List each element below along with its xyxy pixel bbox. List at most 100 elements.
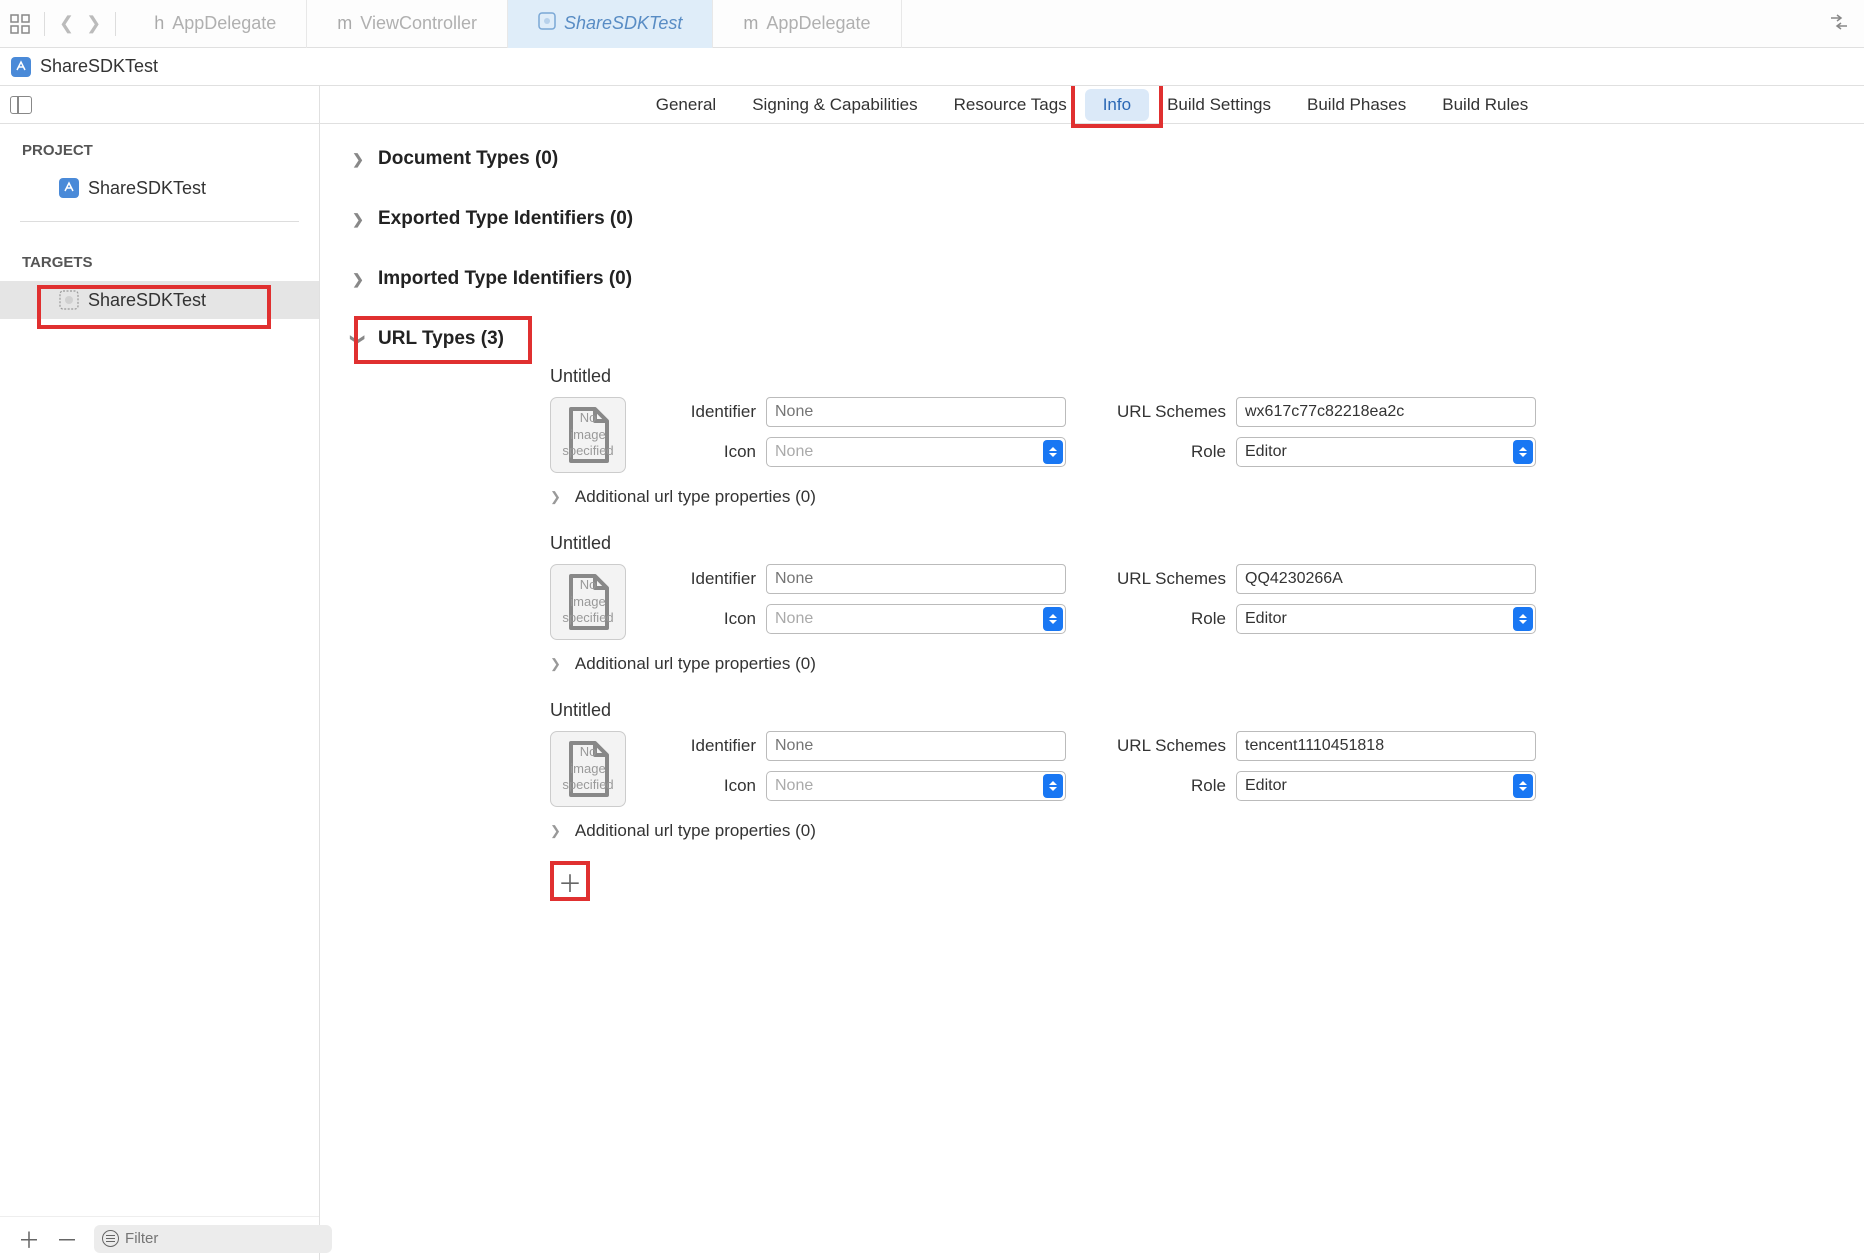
- editor-tab-sharesdktest[interactable]: ShareSDKTest: [508, 0, 713, 48]
- grid-icon[interactable]: [10, 14, 30, 34]
- additional-label: Additional url type properties (0): [575, 654, 816, 674]
- identifier-label: Identifier: [656, 402, 766, 422]
- filter-icon: [102, 1230, 119, 1247]
- role-combobox[interactable]: Editor: [1236, 437, 1536, 467]
- stepper-icon: [1513, 440, 1533, 464]
- tab-signing[interactable]: Signing & Capabilities: [734, 89, 935, 121]
- tab-label: AppDelegate: [172, 13, 276, 34]
- icon-combobox[interactable]: None: [766, 437, 1066, 467]
- tab-build-rules[interactable]: Build Rules: [1424, 89, 1546, 121]
- tab-info[interactable]: Info: [1085, 89, 1149, 121]
- chevron-right-icon: ❯: [550, 656, 561, 672]
- image-well[interactable]: Noimagespecified: [550, 397, 626, 473]
- project-tab-bar: General Signing & Capabilities Resource …: [320, 86, 1864, 124]
- role-label: Role: [1066, 776, 1236, 796]
- additional-properties-row[interactable]: ❯ Additional url type properties (0): [550, 473, 1784, 513]
- icon-label: Icon: [656, 442, 766, 462]
- sidebar-target-item[interactable]: ShareSDKTest: [0, 281, 319, 319]
- role-combobox[interactable]: Editor: [1236, 771, 1536, 801]
- identifier-label: Identifier: [656, 736, 766, 756]
- image-well[interactable]: Noimagespecified: [550, 731, 626, 807]
- editor-tab-bar: ❮ ❯ h AppDelegate m ViewController Share…: [0, 0, 1864, 48]
- section-document-types[interactable]: ❯ Document Types (0): [350, 138, 1844, 180]
- identifier-field[interactable]: [766, 731, 1066, 761]
- tab-resource-tags[interactable]: Resource Tags: [936, 89, 1085, 121]
- breadcrumb-title[interactable]: ShareSDKTest: [40, 56, 158, 77]
- role-label: Role: [1066, 442, 1236, 462]
- chevron-down-icon: ❯: [350, 331, 367, 347]
- icon-combobox[interactable]: None: [766, 771, 1066, 801]
- url-schemes-label: URL Schemes: [1066, 569, 1236, 589]
- add-url-type-button[interactable]: ＋: [550, 861, 590, 901]
- content-area: General Signing & Capabilities Resource …: [320, 86, 1864, 1260]
- editor-tab-appdelegate-h[interactable]: h AppDelegate: [124, 0, 307, 48]
- targets-section-title: TARGETS: [0, 236, 319, 281]
- sidebar-bottom-toolbar: ＋ －: [0, 1216, 319, 1260]
- sidebar-top: [0, 86, 319, 124]
- tab-general[interactable]: General: [638, 89, 734, 121]
- section-title: Exported Type Identifiers (0): [378, 208, 633, 230]
- url-type-entry: Untitled Noimagespecified Identifier URL…: [550, 694, 1784, 847]
- add-button[interactable]: ＋: [10, 1223, 48, 1255]
- project-section-title: PROJECT: [0, 124, 319, 169]
- section-imported-types[interactable]: ❯ Imported Type Identifiers (0): [350, 258, 1844, 300]
- stepper-icon: [1513, 774, 1533, 798]
- image-well[interactable]: Noimagespecified: [550, 564, 626, 640]
- sidebar-project-item[interactable]: ShareSDKTest: [0, 169, 319, 207]
- additional-properties-row[interactable]: ❯ Additional url type properties (0): [550, 807, 1784, 847]
- tab-label: AppDelegate: [766, 13, 870, 34]
- chevron-right-icon: ❯: [350, 151, 366, 168]
- identifier-field[interactable]: [766, 397, 1066, 427]
- url-entry-title: Untitled: [550, 360, 1784, 397]
- url-schemes-field[interactable]: [1236, 564, 1536, 594]
- role-combobox[interactable]: Editor: [1236, 604, 1536, 634]
- tab-build-phases[interactable]: Build Phases: [1289, 89, 1424, 121]
- url-schemes-field[interactable]: [1236, 731, 1536, 761]
- forward-arrow-icon[interactable]: ❯: [80, 13, 107, 34]
- chevron-right-icon: ❯: [350, 271, 366, 288]
- url-type-entry: Untitled Noimagespecified Identifier URL…: [550, 360, 1784, 513]
- divider: [44, 12, 45, 36]
- icon-combobox[interactable]: None: [766, 604, 1066, 634]
- stepper-icon: [1043, 774, 1063, 798]
- tab-label: ShareSDKTest: [564, 13, 682, 34]
- filter-input[interactable]: [125, 1230, 324, 1247]
- icon-label: Icon: [656, 776, 766, 796]
- url-type-entry: Untitled Noimagespecified Identifier URL…: [550, 527, 1784, 680]
- section-exported-types[interactable]: ❯ Exported Type Identifiers (0): [350, 198, 1844, 240]
- icon-label: Icon: [656, 609, 766, 629]
- stepper-icon: [1043, 440, 1063, 464]
- tab-label: ViewController: [360, 13, 477, 34]
- identifier-field[interactable]: [766, 564, 1066, 594]
- additional-label: Additional url type properties (0): [575, 487, 816, 507]
- breadcrumb: ShareSDKTest: [0, 48, 1864, 86]
- back-arrow-icon[interactable]: ❮: [53, 13, 80, 34]
- m-file-icon: m: [743, 13, 758, 34]
- project-icon: [58, 177, 80, 199]
- divider: [115, 12, 116, 36]
- url-schemes-field[interactable]: [1236, 397, 1536, 427]
- filter-field[interactable]: [94, 1225, 332, 1253]
- section-title: Imported Type Identifiers (0): [378, 268, 632, 290]
- chevron-right-icon: ❯: [350, 211, 366, 228]
- editor-tab-viewcontroller[interactable]: m ViewController: [307, 0, 508, 48]
- adjust-editor-icon[interactable]: [1829, 14, 1864, 33]
- url-schemes-label: URL Schemes: [1066, 402, 1236, 422]
- target-icon: [58, 289, 80, 311]
- editor-tab-appdelegate-m[interactable]: m AppDelegate: [713, 0, 901, 48]
- tab-build-settings[interactable]: Build Settings: [1149, 89, 1289, 121]
- section-title: Document Types (0): [378, 148, 558, 170]
- h-file-icon: h: [154, 13, 164, 34]
- section-url-types[interactable]: ❯ URL Types (3): [350, 318, 1844, 360]
- url-entry-title: Untitled: [550, 527, 1784, 564]
- remove-button[interactable]: －: [48, 1223, 86, 1255]
- sidebar-toggle-icon[interactable]: [10, 96, 32, 114]
- chevron-right-icon: ❯: [550, 823, 561, 839]
- project-item-label: ShareSDKTest: [88, 178, 206, 199]
- m-file-icon: m: [337, 13, 352, 34]
- stepper-icon: [1043, 607, 1063, 631]
- role-label: Role: [1066, 609, 1236, 629]
- additional-properties-row[interactable]: ❯ Additional url type properties (0): [550, 640, 1784, 680]
- identifier-label: Identifier: [656, 569, 766, 589]
- divider: [20, 221, 299, 222]
